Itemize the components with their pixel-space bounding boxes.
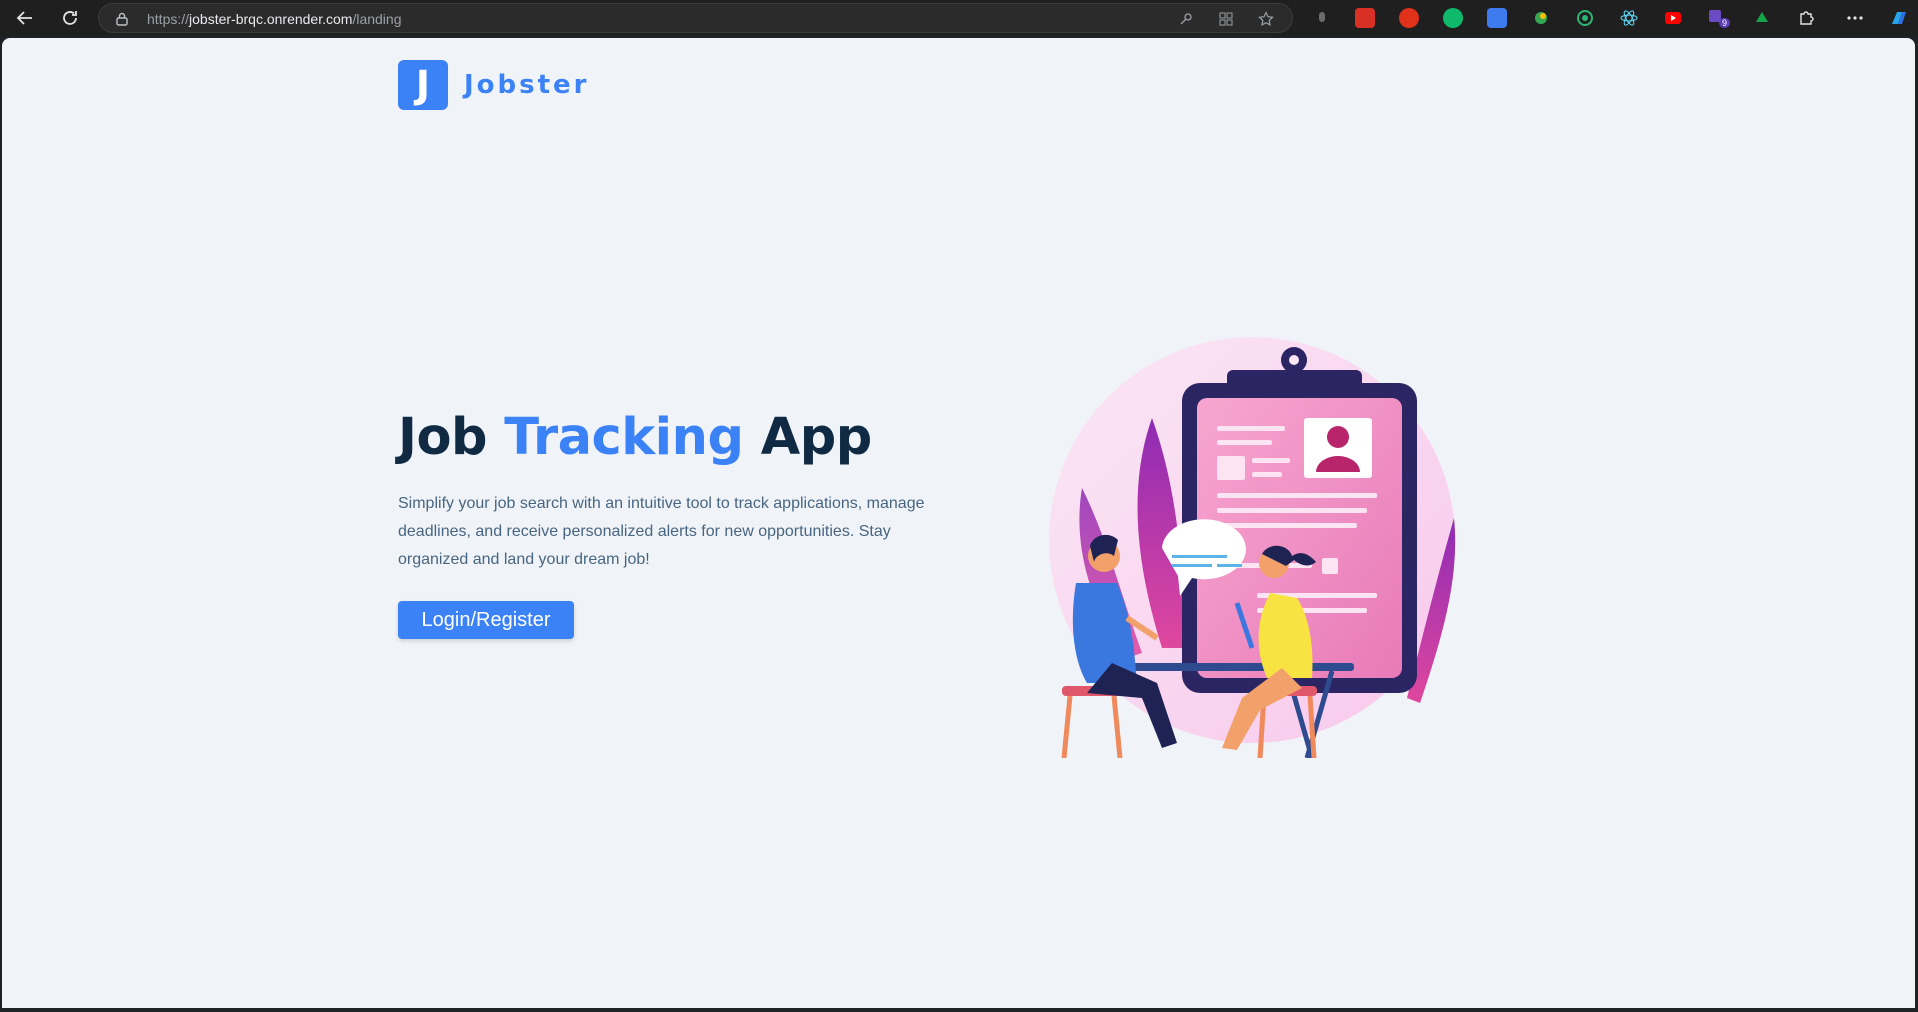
job-interview-illustration	[1049, 337, 1456, 758]
extension-leaf-icon[interactable]	[1531, 8, 1551, 28]
extension-react-icon[interactable]	[1619, 8, 1639, 28]
hero-title-part2: App	[743, 408, 873, 467]
favorite-star-icon[interactable]	[1257, 10, 1275, 28]
hero-description: Simplify your job search with an intuiti…	[398, 495, 925, 568]
logo[interactable]: J Jobster	[398, 60, 590, 110]
app-grid-icon[interactable]	[1217, 10, 1235, 28]
reload-icon[interactable]	[56, 4, 84, 32]
extension-green-f-icon[interactable]	[1752, 8, 1772, 28]
hero-title-accent: Tracking	[504, 408, 744, 467]
extension-badge-icon[interactable]: 9	[1707, 8, 1731, 28]
extension-target-icon[interactable]	[1575, 8, 1595, 28]
hero-title-part1: Job	[398, 408, 505, 467]
site-info-icon[interactable]	[113, 10, 131, 28]
url-text[interactable]: https://jobster-brqc.onrender.com/landin…	[147, 11, 402, 27]
logo-name: Jobster	[464, 70, 590, 100]
extension-translate-icon[interactable]	[1487, 8, 1507, 28]
extension-green-refresh-icon[interactable]	[1443, 8, 1463, 28]
password-key-icon[interactable]	[1177, 10, 1195, 28]
login-register-button[interactable]: Login/Register	[398, 601, 574, 639]
address-bar[interactable]: https://jobster-brqc.onrender.com/landin…	[98, 3, 1293, 33]
copilot-icon[interactable]	[1888, 8, 1908, 28]
page-viewport: J Jobster Job Tracking App Simplify your…	[2, 38, 1915, 1008]
browser-toolbar: https://jobster-brqc.onrender.com/landin…	[0, 0, 1918, 36]
extension-mic-icon[interactable]	[1312, 8, 1332, 28]
extensions-puzzle-icon[interactable]	[1796, 8, 1816, 28]
extension-adblock-icon[interactable]	[1399, 8, 1419, 28]
extension-youtube-icon[interactable]	[1663, 8, 1683, 28]
back-icon[interactable]	[11, 4, 39, 32]
extension-red-icon[interactable]	[1355, 8, 1375, 28]
hero-title: Job Tracking App	[398, 408, 872, 467]
logo-mark: J	[398, 60, 448, 110]
extension-badge-count: 9	[1719, 18, 1731, 28]
more-menu-icon[interactable]	[1845, 8, 1865, 28]
